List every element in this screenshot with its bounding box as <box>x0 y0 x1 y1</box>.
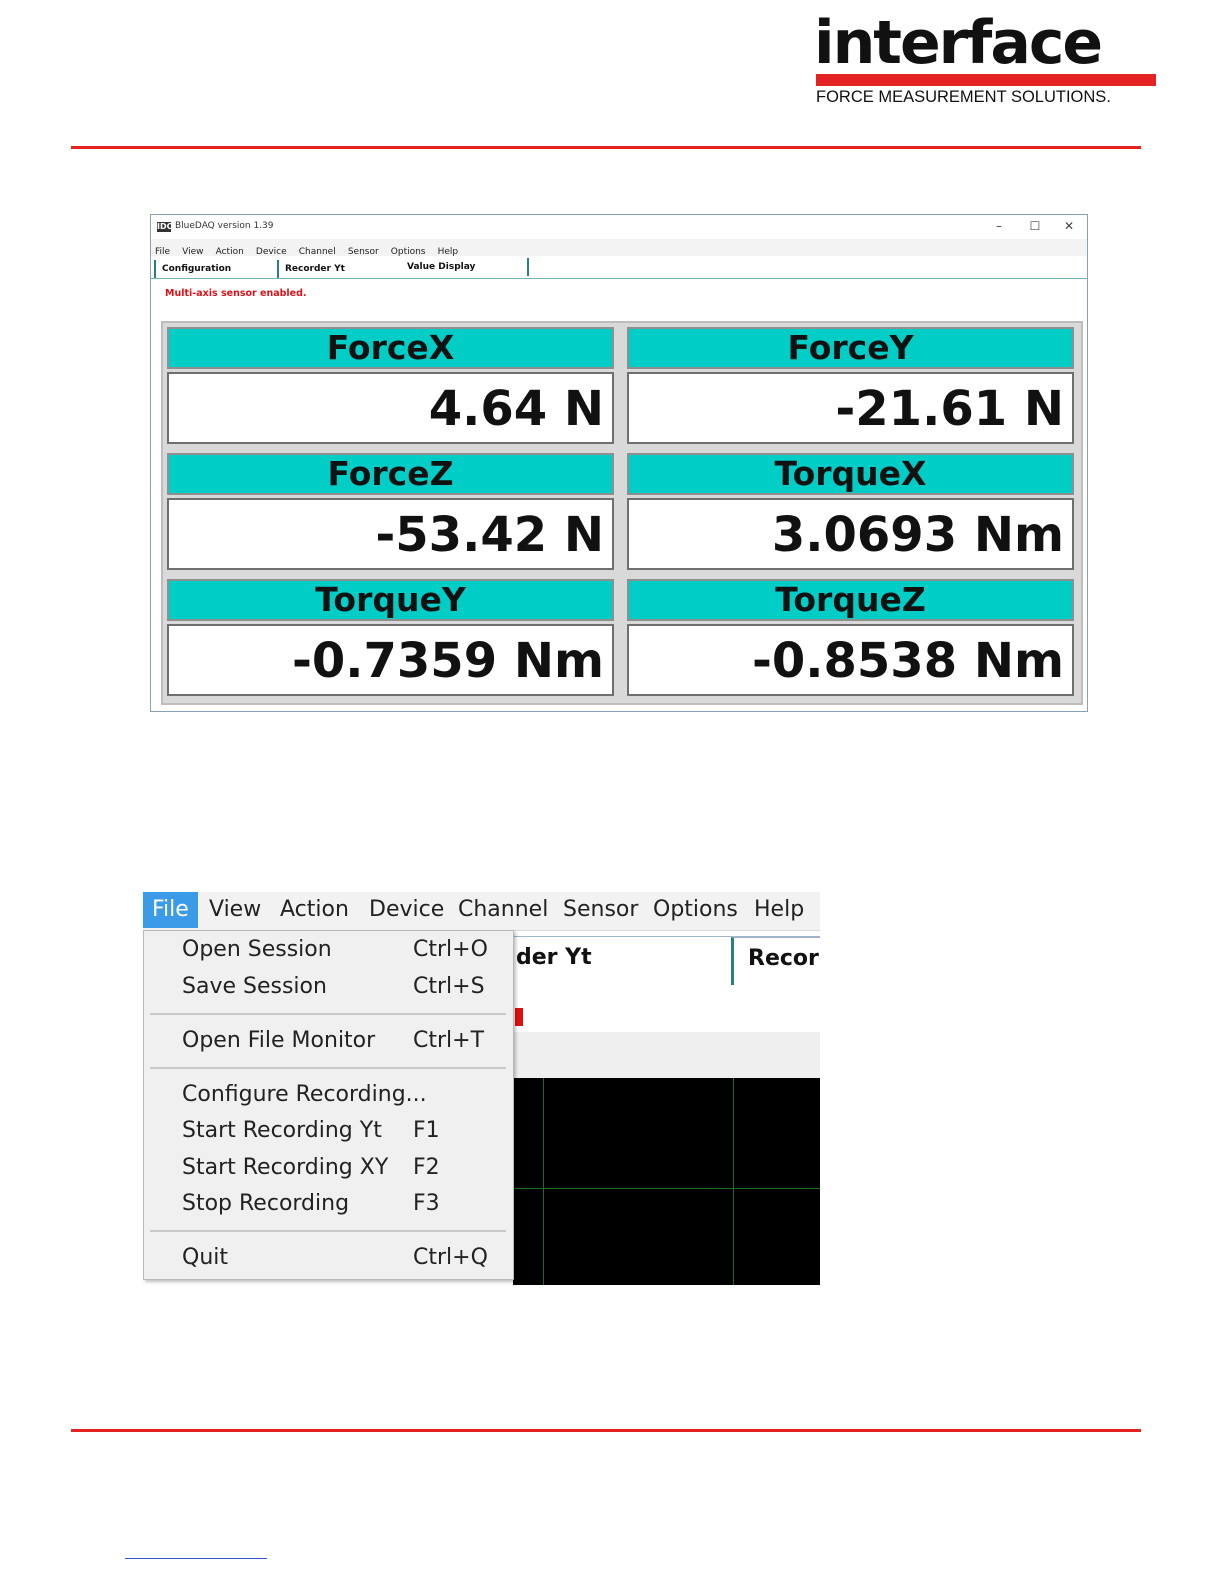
interface-logo: interface FORCE MEASUREMENT SOLUTIONS. <box>814 10 1160 110</box>
tab-recorder-xy[interactable]: Record <box>731 937 820 985</box>
menu-item-save-session[interactable]: Save Session Ctrl+S <box>144 970 513 1004</box>
file-dropdown-menu: Open Session Ctrl+O Save Session Ctrl+S … <box>143 930 514 1280</box>
close-button[interactable]: ✕ <box>1059 219 1079 233</box>
menu-item-label: Open File Monitor <box>182 1028 376 1053</box>
menu-device[interactable]: Device <box>369 892 444 928</box>
readout-value: -0.7359 Nm <box>167 624 614 696</box>
window-titlebar: IDC BlueDAQ version 1.39 – ☐ ✕ <box>151 215 1087 239</box>
menu-separator <box>150 1230 506 1232</box>
logo-red-bar <box>816 74 1156 86</box>
menu-item-shortcut: Ctrl+O <box>413 937 488 962</box>
menu-bar: File View Action Device Channel Sensor O… <box>143 892 820 931</box>
readout-forcez: ForceZ -53.42 N <box>163 449 616 571</box>
readout-label: ForceZ <box>167 453 614 495</box>
file-menu-screenshot: File View Action Device Channel Sensor O… <box>143 892 820 1285</box>
footer-divider <box>71 1429 1141 1432</box>
menu-item-shortcut: Ctrl+S <box>413 974 485 999</box>
menu-item-label: Open Session <box>182 937 332 962</box>
tab-value-display[interactable]: Value Display <box>401 258 529 276</box>
menu-item-start-recording-xy[interactable]: Start Recording XY F2 <box>144 1151 513 1185</box>
logo-wordmark: interface <box>814 8 1103 78</box>
readout-label: TorqueZ <box>627 579 1074 621</box>
status-message: Multi-axis sensor enabled. <box>165 288 307 299</box>
recorder-plot <box>513 1078 820 1285</box>
menu-bar: File View Action Device Channel Sensor O… <box>151 239 1087 257</box>
maximize-button[interactable]: ☐ <box>1025 219 1045 233</box>
menu-sensor[interactable]: Sensor <box>563 892 638 928</box>
menu-item-label: Start Recording XY <box>182 1155 389 1180</box>
readout-label: ForceY <box>627 327 1074 369</box>
plot-grid-line <box>733 1078 734 1285</box>
menu-item-label: Save Session <box>182 974 327 999</box>
readout-label: TorqueX <box>627 453 1074 495</box>
menu-item-label: Configure Recording... <box>182 1082 427 1107</box>
menu-file[interactable]: File <box>143 892 198 928</box>
readout-label: TorqueY <box>167 579 614 621</box>
toolbar-area <box>513 1032 820 1078</box>
minimize-button[interactable]: – <box>989 219 1009 233</box>
menu-item-start-recording-yt[interactable]: Start Recording Yt F1 <box>144 1114 513 1148</box>
menu-item-shortcut: F3 <box>413 1191 440 1216</box>
tab-recorder-yt[interactable]: der Yt <box>516 945 592 970</box>
menu-item-shortcut: Ctrl+Q <box>413 1245 488 1270</box>
menu-item-stop-recording[interactable]: Stop Recording F3 <box>144 1187 513 1221</box>
readout-forcex: ForceX 4.64 N <box>163 323 616 445</box>
menu-item-shortcut: F2 <box>413 1155 440 1180</box>
menu-item-open-session[interactable]: Open Session Ctrl+O <box>144 933 513 967</box>
menu-item-label: Quit <box>182 1245 228 1270</box>
readout-value: -0.8538 Nm <box>627 624 1074 696</box>
tab-label: Record <box>748 946 820 971</box>
menu-help[interactable]: Help <box>754 892 804 928</box>
tab-strip: Configuration Recorder Yt Value Display <box>151 257 1087 279</box>
menu-view[interactable]: View <box>209 892 261 928</box>
readout-torquex: TorqueX 3.0693 Nm <box>623 449 1076 571</box>
app-icon: IDC <box>157 222 173 232</box>
menu-item-configure-recording[interactable]: Configure Recording... <box>144 1078 513 1112</box>
readout-torquez: TorqueZ -0.8538 Nm <box>623 575 1076 697</box>
menu-options[interactable]: Options <box>653 892 738 928</box>
status-message-fragment <box>515 1008 523 1026</box>
menu-item-label: Start Recording Yt <box>182 1118 382 1143</box>
readout-torquey: TorqueY -0.7359 Nm <box>163 575 616 697</box>
menu-item-open-file-monitor[interactable]: Open File Monitor Ctrl+T <box>144 1024 513 1058</box>
readout-label: ForceX <box>167 327 614 369</box>
plot-grid-line <box>543 1078 544 1285</box>
logo-tagline: FORCE MEASUREMENT SOLUTIONS. <box>816 88 1111 106</box>
readout-value: -53.42 N <box>167 498 614 570</box>
menu-separator <box>150 1013 506 1015</box>
menu-item-shortcut: F1 <box>413 1118 440 1143</box>
menu-separator <box>150 1067 506 1069</box>
readout-value: -21.61 N <box>627 372 1074 444</box>
footer-link-underline[interactable] <box>125 1558 267 1559</box>
window-title: BlueDAQ version 1.39 <box>175 221 274 231</box>
menu-item-label: Stop Recording <box>182 1191 350 1216</box>
tab-recorder-yt[interactable]: Recorder Yt <box>277 260 401 278</box>
header-divider <box>71 146 1141 149</box>
menu-item-quit[interactable]: Quit Ctrl+Q <box>144 1241 513 1275</box>
menu-item-shortcut: Ctrl+T <box>413 1028 485 1053</box>
menu-action[interactable]: Action <box>280 892 349 928</box>
readout-value: 3.0693 Nm <box>627 498 1074 570</box>
menu-channel[interactable]: Channel <box>458 892 548 928</box>
readout-value: 4.64 N <box>167 372 614 444</box>
tab-configuration[interactable]: Configuration <box>154 260 278 278</box>
bluedaq-window: IDC BlueDAQ version 1.39 – ☐ ✕ File View… <box>150 214 1088 712</box>
value-display-grid: ForceX 4.64 N ForceY -21.61 N ForceZ -53… <box>161 321 1083 705</box>
plot-grid-line <box>513 1188 820 1189</box>
readout-forcey: ForceY -21.61 N <box>623 323 1076 445</box>
